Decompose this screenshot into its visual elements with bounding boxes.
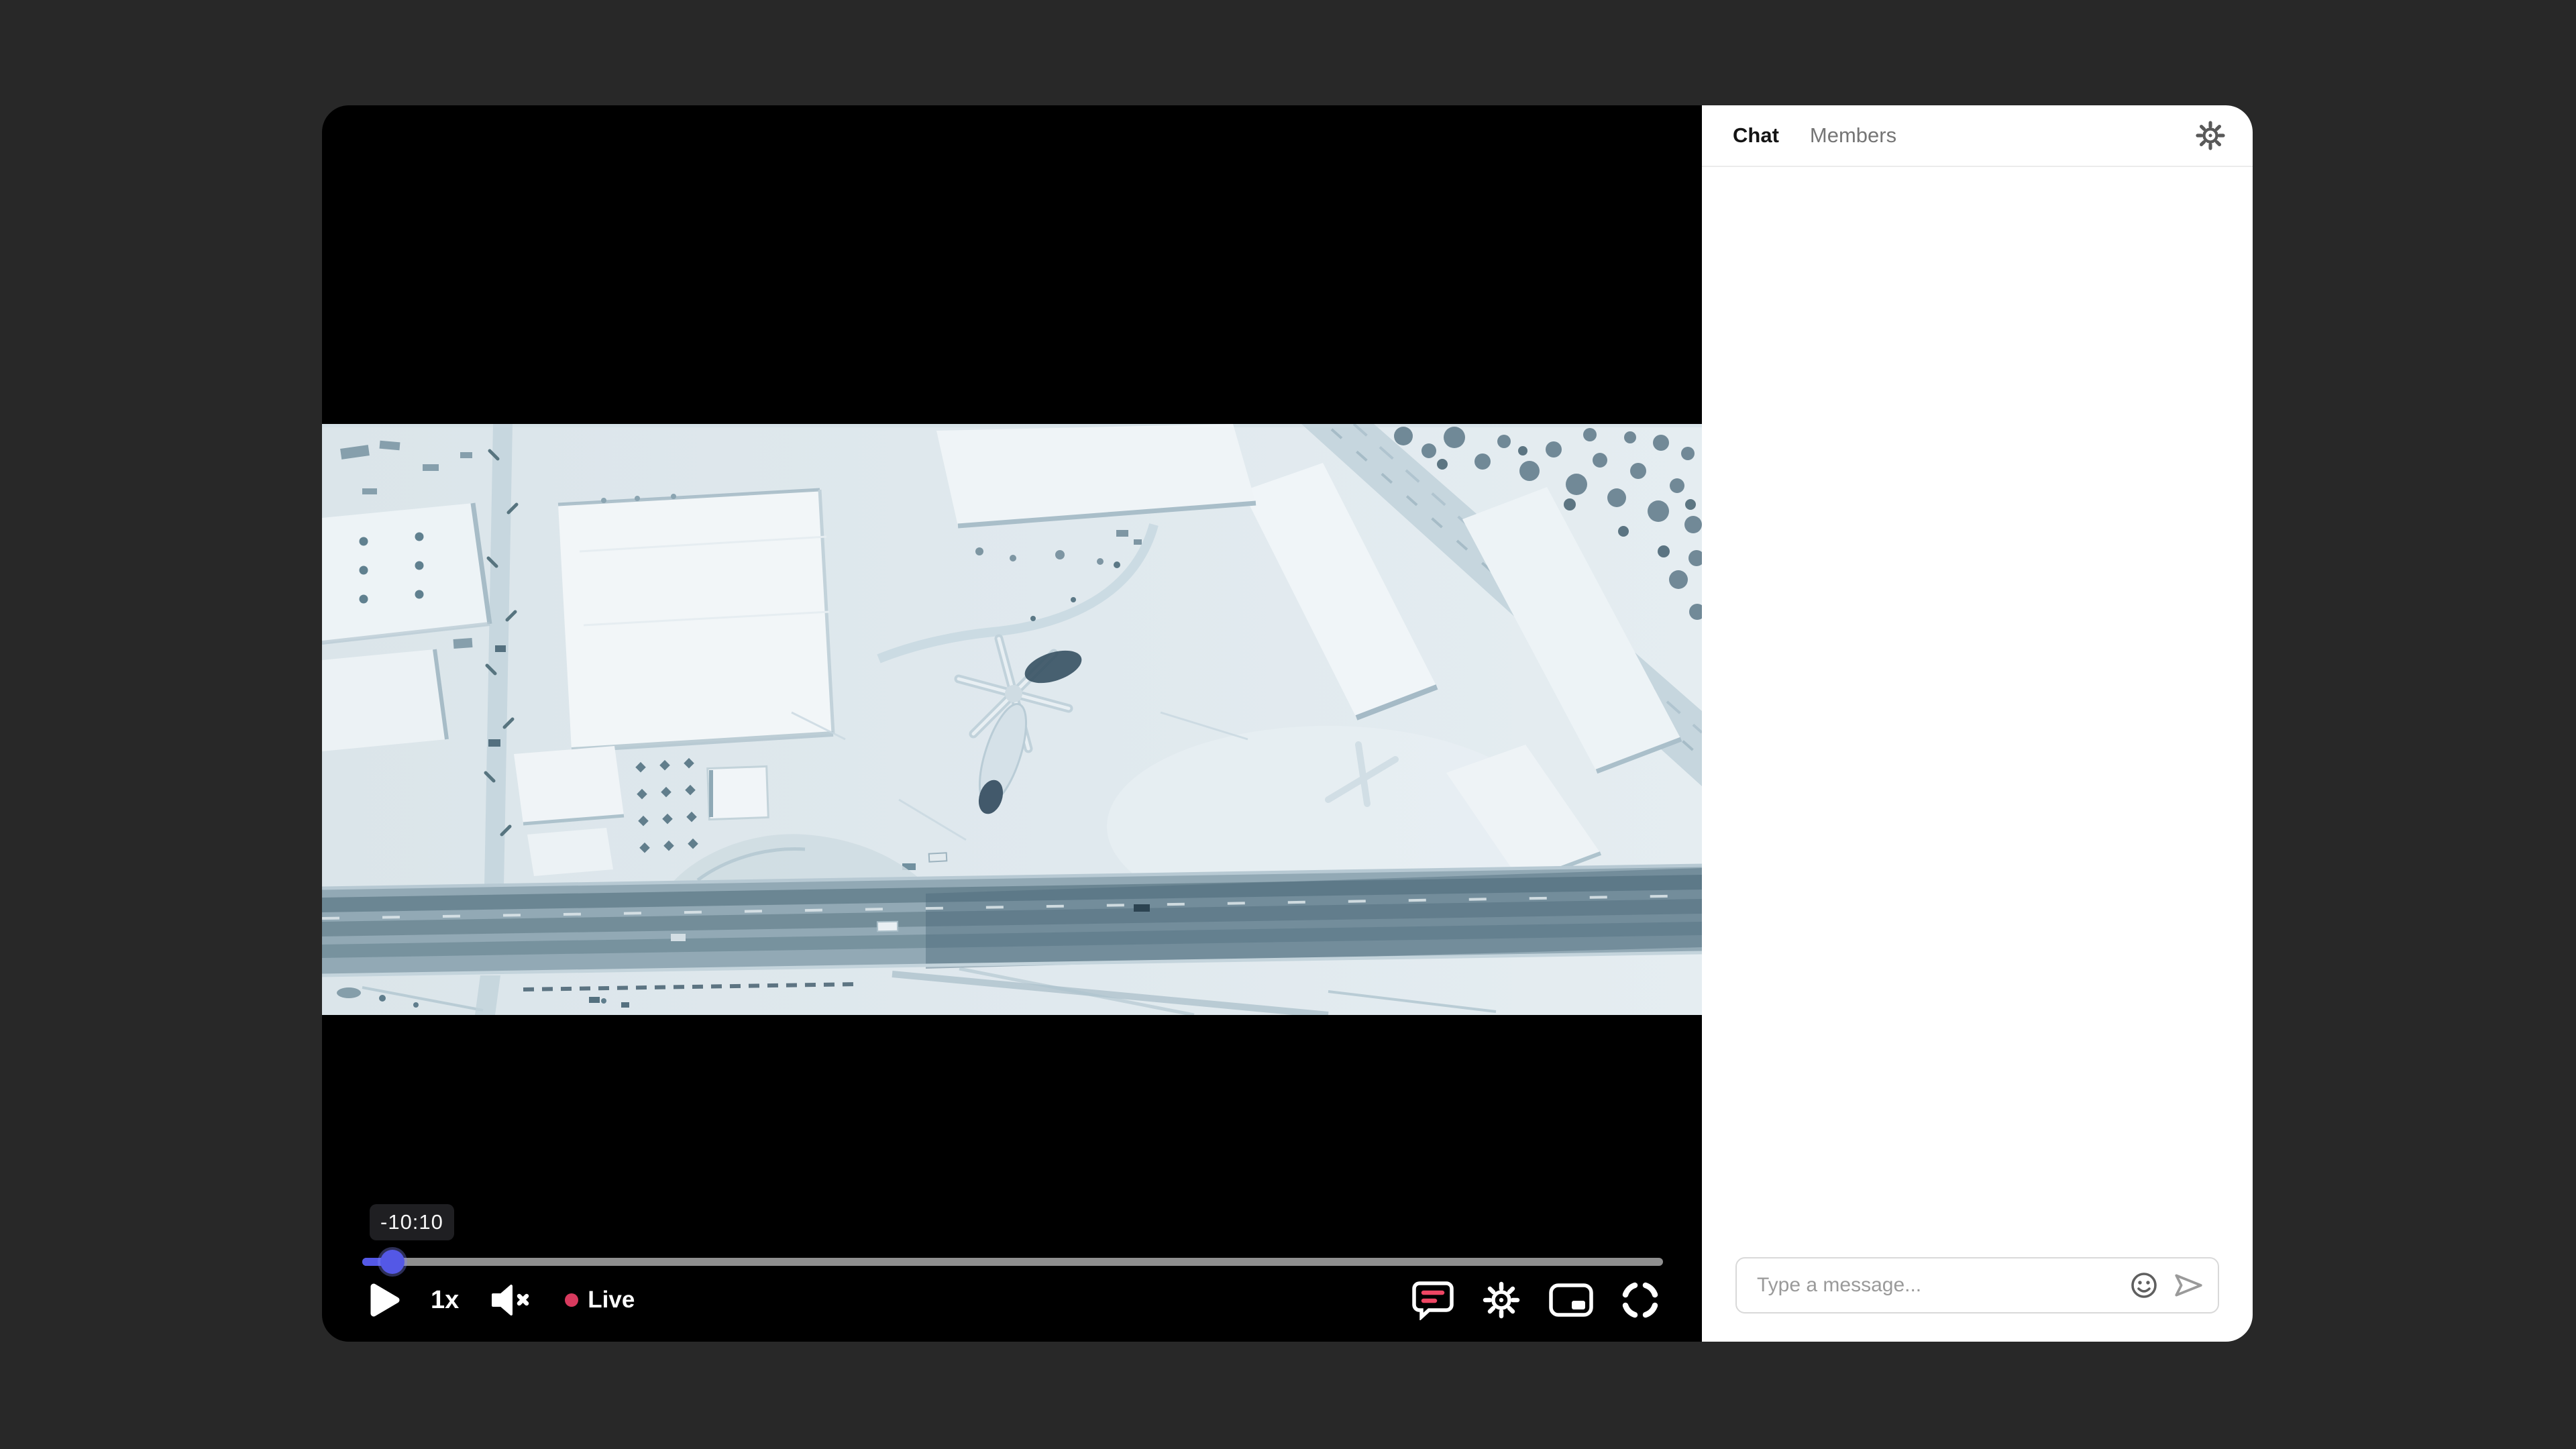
live-dot-icon xyxy=(565,1293,578,1307)
picture-in-picture-icon xyxy=(1549,1283,1593,1318)
settings-gear-icon xyxy=(1482,1281,1521,1320)
progress-track[interactable] xyxy=(362,1258,1663,1266)
video-frame-snowy-airfield xyxy=(322,424,1702,1015)
chat-header: Chat Members xyxy=(1702,105,2253,167)
chat-settings-button[interactable] xyxy=(2195,120,2226,151)
tab-members[interactable]: Members xyxy=(1810,123,1896,148)
fullscreen-icon xyxy=(1621,1281,1659,1319)
pip-button[interactable] xyxy=(1549,1283,1593,1318)
send-button[interactable] xyxy=(2172,1271,2204,1299)
player-controls: 1x Live xyxy=(322,1267,1702,1342)
video-surface[interactable] xyxy=(322,424,1702,1015)
play-icon xyxy=(369,1282,400,1318)
fullscreen-button[interactable] xyxy=(1621,1281,1659,1319)
volume-muted-icon xyxy=(490,1282,534,1318)
input-icons xyxy=(2129,1271,2204,1300)
tab-chat[interactable]: Chat xyxy=(1733,123,1779,148)
emoji-button[interactable] xyxy=(2129,1271,2159,1300)
volume-button[interactable] xyxy=(490,1282,534,1318)
play-button[interactable] xyxy=(369,1282,400,1318)
chat-toggle-button[interactable] xyxy=(1412,1280,1454,1320)
controls-left-group: 1x Live xyxy=(369,1282,635,1318)
watch-party-window: -10:10 1x xyxy=(322,105,2253,1342)
chat-message-list xyxy=(1702,167,2253,1257)
emoji-smiley-icon xyxy=(2129,1271,2159,1300)
live-indicator[interactable]: Live xyxy=(565,1287,635,1313)
send-icon xyxy=(2172,1271,2204,1299)
video-player: -10:10 1x xyxy=(322,105,1702,1342)
message-input-box xyxy=(1735,1257,2219,1313)
seek-time-tooltip: -10:10 xyxy=(370,1204,454,1240)
chat-panel: Chat Members xyxy=(1702,105,2253,1342)
chat-input-row xyxy=(1702,1257,2253,1342)
app-background: -10:10 1x xyxy=(0,0,2576,1449)
chat-settings-gear-icon xyxy=(2195,120,2226,151)
message-input[interactable] xyxy=(1756,1273,2129,1297)
live-label: Live xyxy=(588,1287,635,1313)
chat-bubble-icon xyxy=(1412,1280,1454,1320)
player-settings-button[interactable] xyxy=(1482,1281,1521,1320)
controls-right-group xyxy=(1412,1280,1659,1320)
